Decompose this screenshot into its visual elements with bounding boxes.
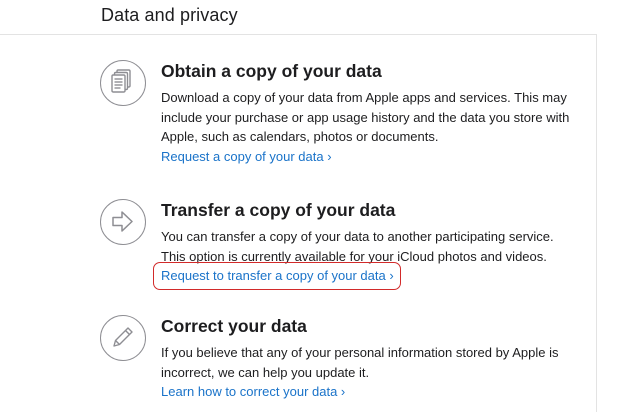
section-body: Correct your data If you believe that an… — [161, 315, 571, 402]
section-body: Obtain a copy of your data Download a co… — [161, 60, 571, 166]
section-heading: Obtain a copy of your data — [161, 61, 382, 81]
section-heading: Transfer a copy of your data — [161, 200, 396, 220]
request-copy-link[interactable]: Request a copy of your data › — [161, 147, 332, 167]
page-title: Data and privacy — [101, 5, 238, 25]
section-body: Transfer a copy of your data You can tra… — [153, 199, 571, 290]
right-divider — [596, 34, 597, 412]
pencil-icon — [100, 315, 146, 361]
arrow-right-icon — [100, 199, 146, 245]
page-header: Data and privacy — [0, 0, 596, 35]
section-description: You can transfer a copy of your data to … — [161, 229, 554, 264]
section-description: Download a copy of your data from Apple … — [161, 90, 570, 144]
section-description: If you believe that any of your personal… — [161, 345, 559, 380]
correct-data-link[interactable]: Learn how to correct your data › — [161, 382, 345, 402]
request-transfer-link[interactable]: Request to transfer a copy of your data … — [161, 266, 394, 286]
transfer-link-wrapper: Request to transfer a copy of your data … — [153, 262, 401, 290]
documents-icon — [100, 60, 146, 106]
section-heading: Correct your data — [161, 316, 307, 336]
